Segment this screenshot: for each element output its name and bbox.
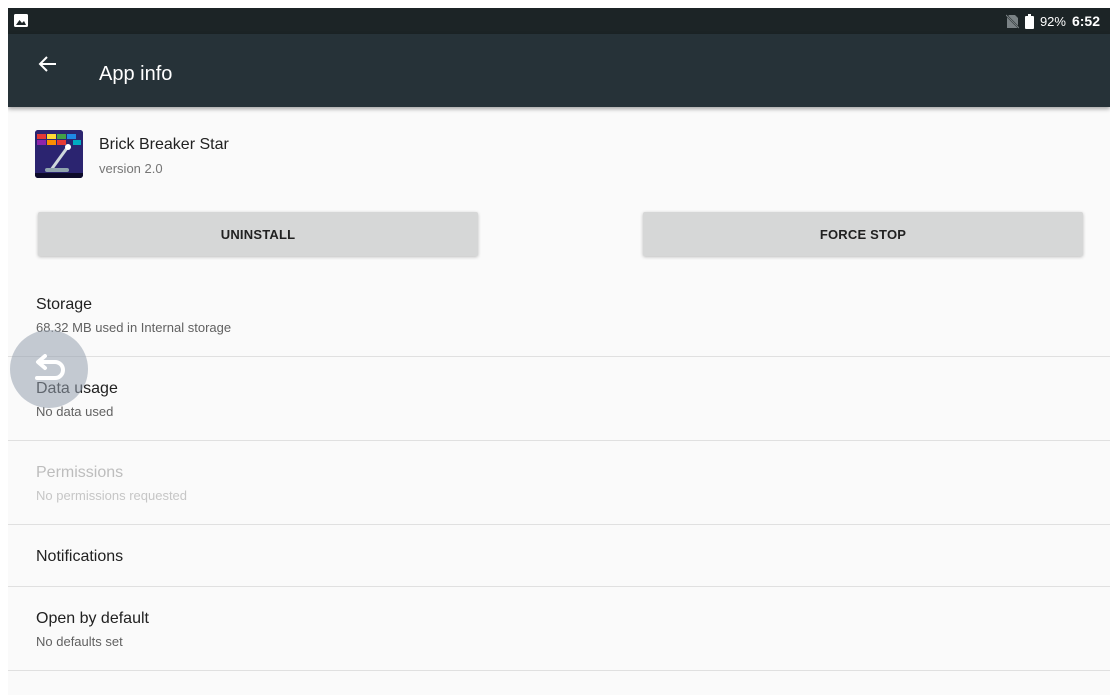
app-info-screen: 92% 6:52 App info Brick Breaker Star ver…	[8, 8, 1110, 695]
battery-percent: 92%	[1039, 13, 1066, 29]
clock: 6:52	[1071, 13, 1100, 29]
storage-title: Storage	[36, 296, 93, 313]
floating-back-button[interactable]	[10, 330, 88, 408]
app-version: version 2.0	[99, 161, 163, 176]
no-sim-icon	[1005, 13, 1019, 29]
undo-back-icon	[35, 354, 65, 380]
status-indicators: 92% 6:52	[1005, 8, 1100, 34]
app-name: Brick Breaker Star	[99, 136, 229, 153]
storage-row[interactable]: Storage 68.32 MB used in Internal storag…	[8, 278, 1110, 357]
force-stop-button[interactable]: FORCE STOP	[643, 212, 1083, 256]
arrow-back-icon[interactable]	[34, 50, 62, 78]
app-bar: App info	[8, 34, 1110, 107]
status-bar: 92% 6:52	[8, 8, 1110, 34]
data-usage-row[interactable]: Data usage No data used	[8, 357, 1110, 441]
notifications-title: Notifications	[36, 548, 124, 565]
permissions-row: Permissions No permissions requested	[8, 441, 1110, 525]
brick-breaker-app-icon	[35, 130, 83, 178]
open-by-default-row[interactable]: Open by default No defaults set	[8, 587, 1110, 671]
image-notification-icon	[14, 14, 28, 27]
permissions-summary: No permissions requested	[36, 488, 188, 503]
open-by-default-summary: No defaults set	[36, 634, 123, 649]
permissions-title: Permissions	[36, 464, 124, 481]
page-title: App info	[99, 63, 173, 85]
notifications-row[interactable]: Notifications	[8, 525, 1110, 587]
battery-icon	[1024, 13, 1034, 29]
open-by-default-title: Open by default	[36, 610, 149, 627]
app-icon	[35, 130, 83, 178]
uninstall-button[interactable]: UNINSTALL	[38, 212, 478, 256]
app-header: Brick Breaker Star version 2.0	[35, 130, 635, 180]
